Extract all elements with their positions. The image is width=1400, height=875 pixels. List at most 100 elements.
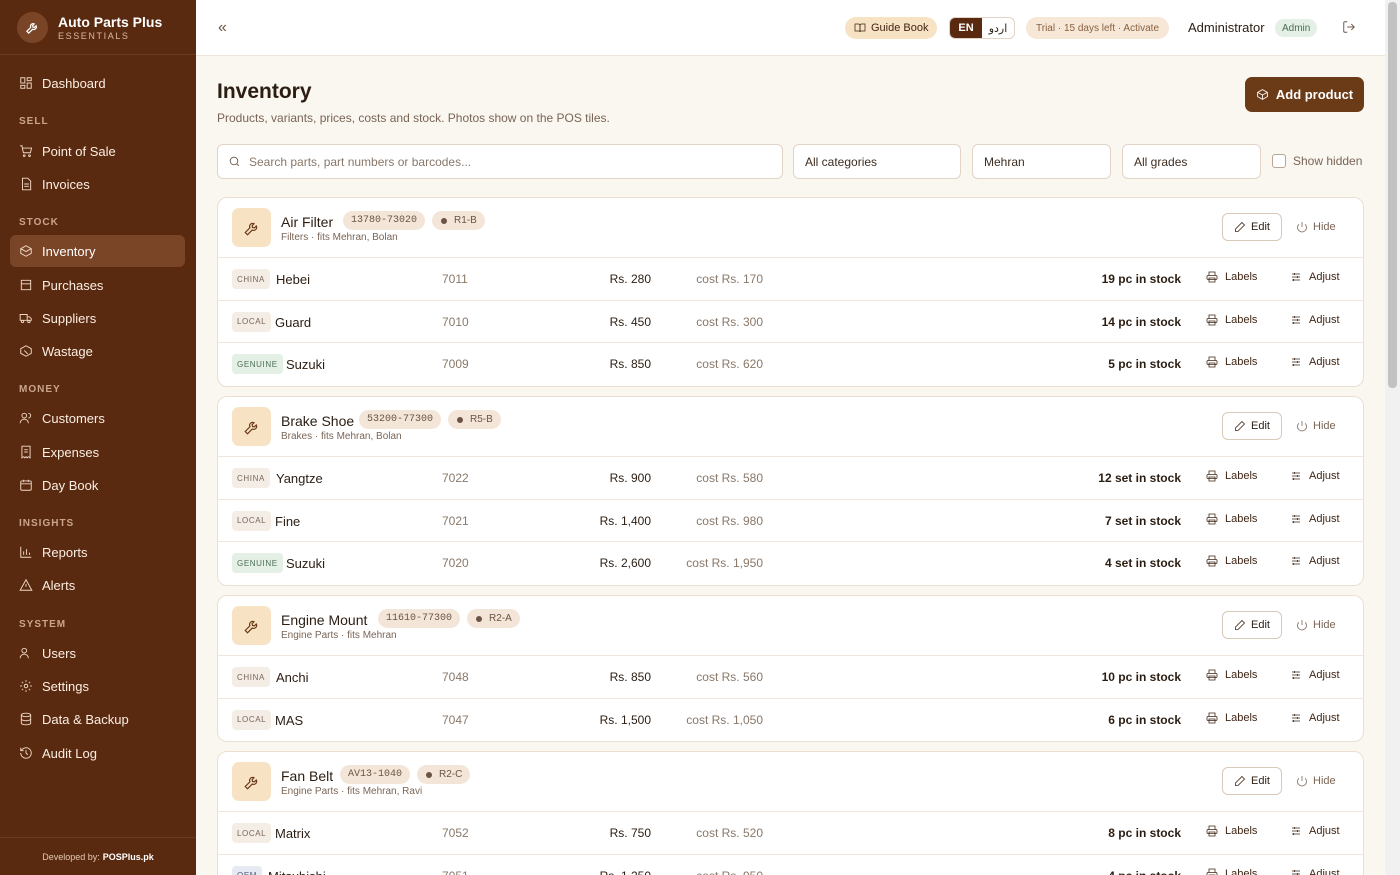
labels-button[interactable]: Labels <box>1206 555 1257 567</box>
purchase-icon <box>20 279 32 291</box>
adjust-button[interactable]: Adjust <box>1290 314 1340 326</box>
sidebar-item-purchases[interactable]: Purchases <box>10 269 185 301</box>
product-name[interactable]: Air Filter <box>281 214 333 230</box>
product-chips: 13780-73020 R1-B <box>343 211 485 230</box>
sidebar-item-reports[interactable]: Reports <box>10 536 185 568</box>
edit-button[interactable]: Edit <box>1222 611 1282 639</box>
labels-button[interactable]: Labels <box>1206 271 1257 283</box>
location-label: R5-B <box>470 414 493 425</box>
labels-button[interactable]: Labels <box>1206 825 1257 837</box>
variant-sku: 7010 <box>442 314 469 329</box>
variant-row[interactable]: GENUINE Suzuki 7020 Rs. 2,600 cost Rs. 1,950… <box>218 542 1363 585</box>
sidebar-item-label: Invoices <box>42 176 90 192</box>
vehicle-select[interactable]: Mehran <box>972 144 1111 179</box>
edit-button[interactable]: Edit <box>1222 213 1282 241</box>
variant-sku: 7020 <box>442 556 469 570</box>
hide-button[interactable]: Hide <box>1296 767 1336 795</box>
show-hidden-checkbox[interactable] <box>1272 154 1286 168</box>
show-hidden-toggle[interactable]: Show hidden <box>1272 154 1362 168</box>
labels-button[interactable]: Labels <box>1206 356 1257 368</box>
edit-button[interactable]: Edit <box>1222 412 1282 440</box>
product-name[interactable]: Engine Mount <box>281 612 367 628</box>
adjust-button[interactable]: Adjust <box>1290 712 1340 724</box>
adjust-button[interactable]: Adjust <box>1290 513 1340 525</box>
search-input[interactable] <box>249 154 749 169</box>
grade-select[interactable]: All grades <box>1122 144 1261 179</box>
variant-row[interactable]: LOCAL Matrix 7052 Rs. 750 cost Rs. 520 8 pc i… <box>218 812 1363 855</box>
sliders-icon <box>1292 713 1300 722</box>
sidebar-item-wastage[interactable]: Wastage <box>10 335 185 367</box>
sliders-icon <box>1292 273 1300 281</box>
lang-ur-button[interactable]: اردو <box>982 18 1014 38</box>
variant-row[interactable]: CHINA Hebei 7011 Rs. 280 cost Rs. 170 19 pc i… <box>218 258 1363 301</box>
variant-row[interactable]: LOCAL Fine 7021 Rs. 1,400 cost Rs. 980 7 set … <box>218 500 1363 542</box>
hide-button[interactable]: Hide <box>1296 611 1336 639</box>
labels-button[interactable]: Labels <box>1206 868 1257 875</box>
sidebar-item-label: Audit Log <box>42 745 97 761</box>
sidebar-item-label: Dashboard <box>42 75 106 91</box>
adjust-button[interactable]: Adjust <box>1290 868 1340 875</box>
power-icon <box>1297 222 1307 233</box>
printer-icon <box>1206 271 1218 283</box>
variant-row[interactable]: LOCAL Guard 7010 Rs. 450 cost Rs. 300 14 pc i… <box>218 301 1363 343</box>
sidebar-item-point-of-sale[interactable]: Point of Sale <box>10 135 185 167</box>
category-select[interactable]: All categories <box>793 144 961 179</box>
sidebar-item-day-book[interactable]: Day Book <box>10 469 185 501</box>
sidebar-item-label: Inventory <box>42 243 96 259</box>
variant-brand: Fine <box>275 513 301 529</box>
sidebar-item-customers[interactable]: Customers <box>10 402 185 434</box>
sidebar-item-suppliers[interactable]: Suppliers <box>10 302 185 334</box>
lang-en-button[interactable]: EN <box>950 18 982 38</box>
adjust-button[interactable]: Adjust <box>1290 555 1340 567</box>
hide-button[interactable]: Hide <box>1296 412 1336 440</box>
adjust-button[interactable]: Adjust <box>1290 356 1340 368</box>
edit-label: Edit <box>1251 619 1270 631</box>
sidebar-item-expenses[interactable]: Expenses <box>10 436 185 468</box>
variant-stock: 5 pc in stock <box>1108 357 1181 371</box>
adjust-button[interactable]: Adjust <box>1290 271 1340 283</box>
grade-badge: LOCAL <box>232 823 272 843</box>
adjust-label: Adjust <box>1309 470 1340 482</box>
sidebar-item-settings[interactable]: Settings <box>10 670 185 702</box>
variant-price: Rs. 1,500 <box>599 712 651 727</box>
variant-row[interactable]: GENUINE Suzuki 7009 Rs. 850 cost Rs. 620 5 pc… <box>218 343 1363 386</box>
add-product-button[interactable]: Add product <box>1245 77 1364 112</box>
collapse-sidebar-button[interactable]: « <box>218 19 227 37</box>
trial-badge[interactable]: Trial · 15 days left · Activate <box>1026 17 1170 39</box>
labels-button[interactable]: Labels <box>1206 712 1257 724</box>
variant-row[interactable]: CHINA Yangtze 7022 Rs. 900 cost Rs. 580 12 se… <box>218 457 1363 500</box>
edit-button[interactable]: Edit <box>1222 767 1282 795</box>
adjust-button[interactable]: Adjust <box>1290 825 1340 837</box>
labels-button[interactable]: Labels <box>1206 470 1257 482</box>
guide-book-button[interactable]: Guide Book <box>845 17 938 39</box>
variant-cost: cost Rs. 620 <box>696 357 763 371</box>
sidebar-item-dashboard[interactable]: Dashboard <box>10 67 185 99</box>
product-name[interactable]: Brake Shoe <box>281 413 354 429</box>
logout-button[interactable] <box>1342 20 1358 36</box>
sidebar-item-users[interactable]: Users <box>10 637 185 669</box>
printer-icon <box>1206 356 1218 368</box>
product-subtitle: Brakes · fits Mehran, Bolan <box>281 431 402 442</box>
variant-row[interactable]: LOCAL MAS 7047 Rs. 1,500 cost Rs. 1,050 6 pc … <box>218 699 1363 742</box>
hide-button[interactable]: Hide <box>1296 213 1336 241</box>
sidebar-item-audit-log[interactable]: Audit Log <box>10 737 185 769</box>
sidebar-item-invoices[interactable]: Invoices <box>10 168 185 200</box>
grade-badge: GENUINE <box>232 354 283 374</box>
sidebar-item-alerts[interactable]: Alerts <box>10 569 185 601</box>
labels-button[interactable]: Labels <box>1206 513 1257 525</box>
scrollbar-thumb[interactable] <box>1388 2 1397 388</box>
brand[interactable]: Auto Parts Plus ESSENTIALS <box>0 0 196 55</box>
developer-link[interactable]: POSPlus.pk <box>103 852 154 862</box>
sidebar-item-inventory[interactable]: Inventory <box>10 235 185 267</box>
adjust-button[interactable]: Adjust <box>1290 470 1340 482</box>
variant-row[interactable]: OEM Mitsubishi 7051 Rs. 1,250 cost Rs. 950 4 … <box>218 855 1363 875</box>
sidebar-item-data-backup[interactable]: Data & Backup <box>10 703 185 735</box>
alert-icon <box>19 578 33 591</box>
labels-button[interactable]: Labels <box>1206 669 1257 681</box>
product-name[interactable]: Fan Belt <box>281 768 333 784</box>
variant-row[interactable]: CHINA Anchi 7048 Rs. 850 cost Rs. 560 10 pc i… <box>218 656 1363 699</box>
page-scrollbar[interactable] <box>1385 0 1400 875</box>
labels-button[interactable]: Labels <box>1206 314 1257 326</box>
variant-cost: cost Rs. 170 <box>696 272 763 286</box>
adjust-button[interactable]: Adjust <box>1290 669 1340 681</box>
